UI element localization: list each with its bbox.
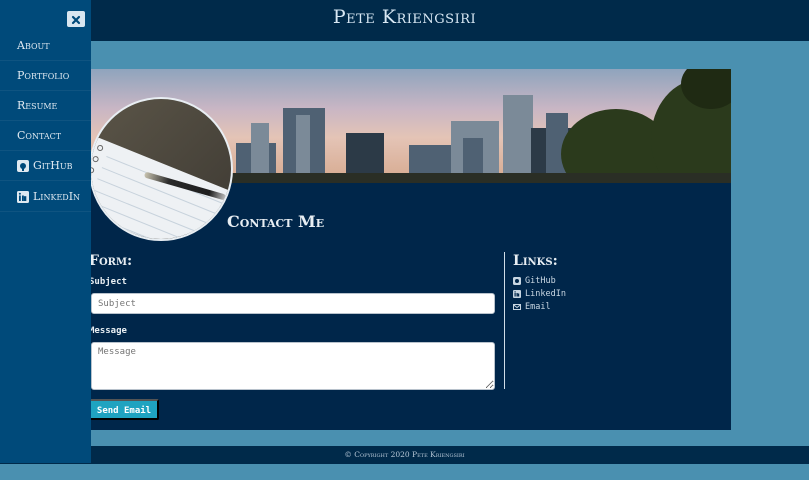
link-email[interactable]: Email	[513, 302, 551, 312]
subject-label: Subject	[89, 277, 127, 287]
footer: © Copyright 2020 Pete Kriengsiri	[0, 446, 809, 464]
sidebar-item-portfolio[interactable]: Portfolio	[0, 61, 91, 91]
link-email-label: Email	[525, 302, 551, 312]
github-icon	[513, 277, 521, 285]
sidebar-item-contact[interactable]: Contact	[0, 121, 91, 151]
contact-heading: Contact Me	[227, 212, 325, 231]
sidebar-item-about[interactable]: About	[0, 31, 91, 61]
close-sidebar-button[interactable]	[67, 11, 85, 27]
close-icon	[71, 10, 81, 29]
subject-input[interactable]	[91, 293, 495, 314]
sidebar-item-label: About	[17, 39, 50, 52]
sidebar-item-github[interactable]: GitHub	[0, 151, 91, 181]
linkedin-icon	[17, 190, 29, 203]
envelope-icon	[513, 303, 521, 311]
github-icon	[17, 159, 29, 172]
profile-avatar	[89, 97, 233, 241]
sidebar-nav: About Portfolio Resume Contact GitHub Li…	[0, 0, 91, 463]
linkedin-icon	[513, 290, 521, 298]
copyright-text: © Copyright 2020 Pete Kriengsiri	[344, 450, 465, 459]
sidebar-item-linkedin[interactable]: LinkedIn	[0, 182, 91, 212]
site-title: Pete Kriengsiri	[332, 6, 477, 28]
contact-card: Contact Me Form: Subject Message Send Em…	[89, 69, 731, 430]
sidebar-item-label: Contact	[17, 129, 62, 142]
top-header: Pete Kriengsiri	[0, 0, 809, 41]
section-divider	[504, 252, 505, 389]
sidebar-item-resume[interactable]: Resume	[0, 91, 91, 121]
sidebar-item-label: Resume	[17, 99, 58, 112]
link-github-label: GitHub	[525, 276, 556, 286]
message-textarea[interactable]	[91, 342, 495, 390]
link-linkedin[interactable]: LinkedIn	[513, 289, 566, 299]
message-label: Message	[89, 326, 127, 336]
form-title: Form:	[89, 253, 133, 269]
sidebar-item-label: LinkedIn	[33, 190, 81, 203]
link-linkedin-label: LinkedIn	[525, 289, 566, 299]
links-title: Links:	[513, 253, 558, 269]
link-github[interactable]: GitHub	[513, 276, 556, 286]
send-email-button[interactable]: Send Email	[89, 399, 159, 420]
sidebar-item-label: GitHub	[33, 159, 73, 172]
sidebar-item-label: Portfolio	[17, 69, 70, 82]
